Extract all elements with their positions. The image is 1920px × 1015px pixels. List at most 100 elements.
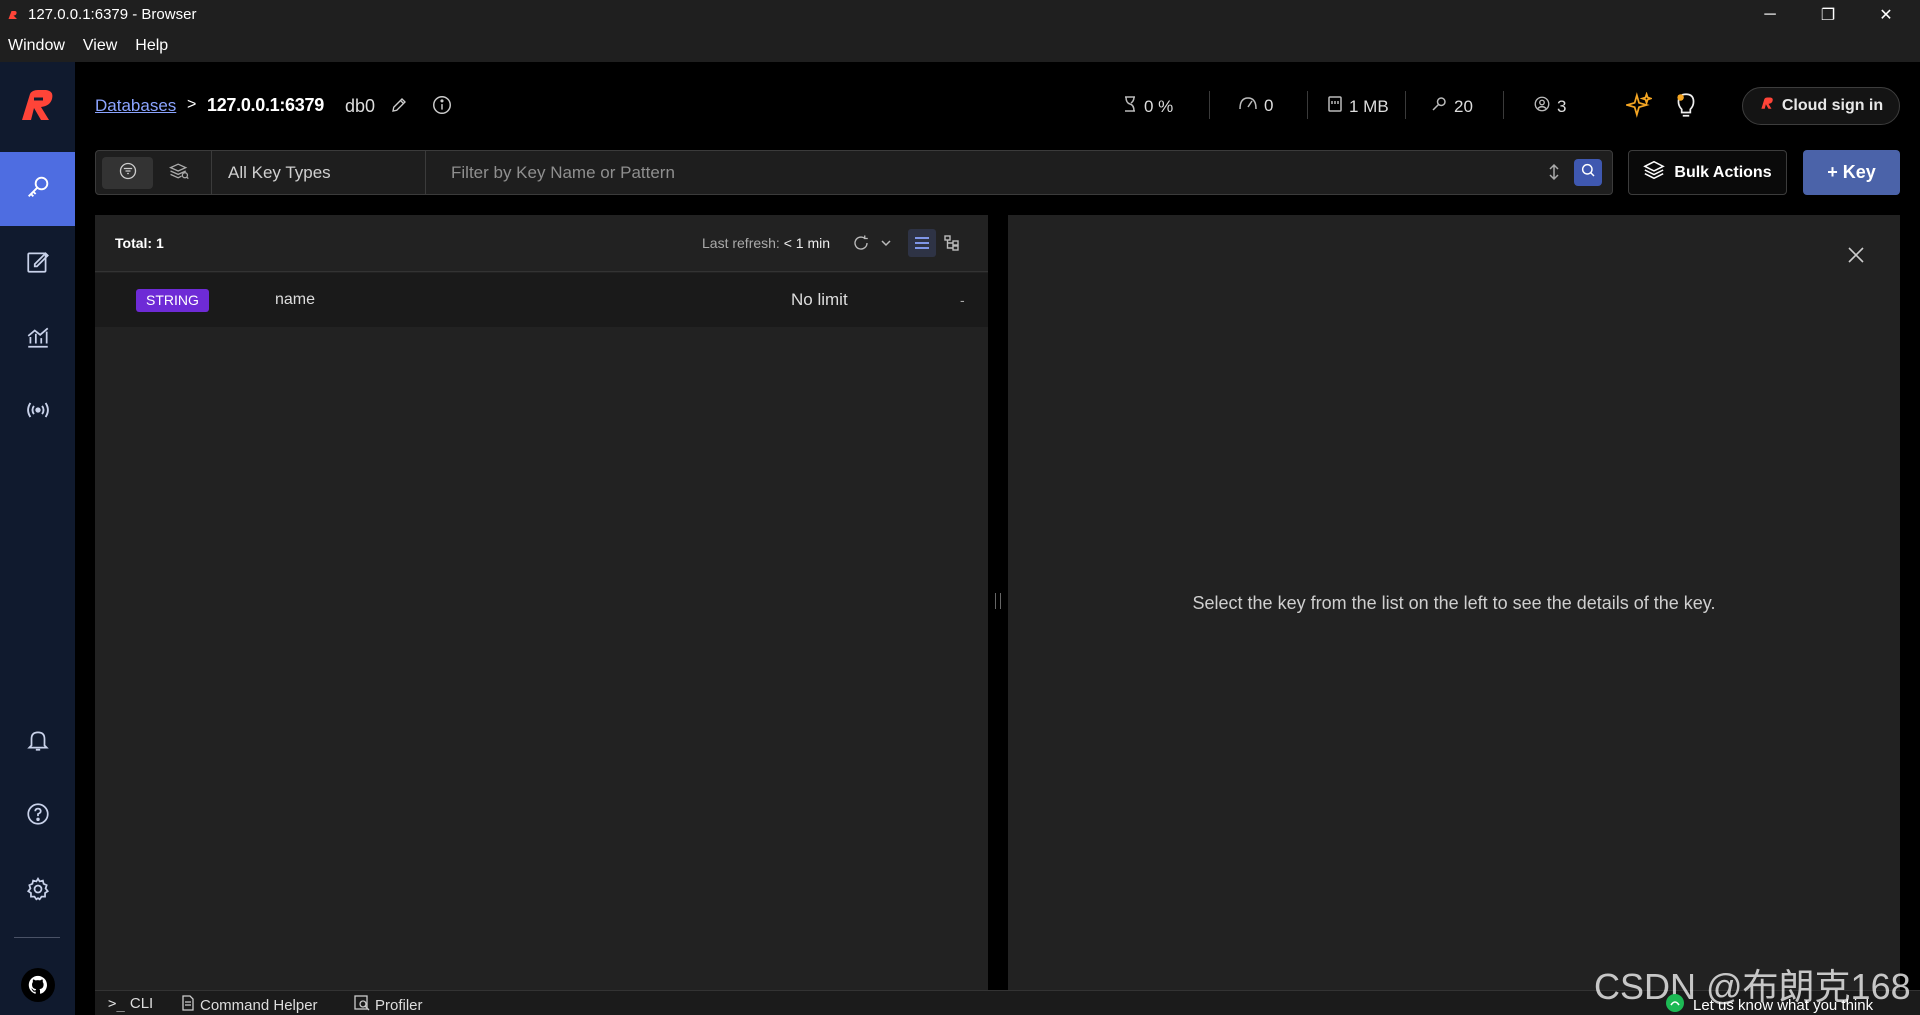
- refresh-icon[interactable]: [847, 229, 875, 257]
- key-filter-bar: All Key Types: [95, 150, 1613, 195]
- cloud-sign-in-label: Cloud sign in: [1781, 97, 1884, 114]
- restore-button[interactable]: ❐: [1799, 0, 1857, 29]
- layers-icon: [1643, 159, 1666, 186]
- key-details-panel: Select the key from the list on the left…: [1008, 215, 1900, 990]
- nav-analysis[interactable]: [0, 302, 75, 376]
- title-bar: 127.0.0.1:6379 - Browser ─ ❐ ✕: [0, 0, 1920, 29]
- stat-cpu-value: 0 %: [1144, 96, 1174, 116]
- command-helper-button[interactable]: Command Helper: [181, 995, 318, 1015]
- nav-help[interactable]: [0, 779, 75, 853]
- sidebar: [0, 62, 75, 1015]
- nav-browser[interactable]: [0, 152, 75, 226]
- stat-memory-value: 1 MB: [1349, 96, 1389, 116]
- github-icon[interactable]: [21, 968, 55, 1002]
- key-icon: [24, 173, 52, 206]
- layers-search-icon: [168, 161, 190, 186]
- feedback-link[interactable]: Let us know what you think: [1665, 993, 1873, 1015]
- menu-bar: Window View Help: [0, 29, 1920, 62]
- stat-divider: [1307, 91, 1308, 119]
- pattern-search-toggle[interactable]: [102, 157, 153, 189]
- nav-workbench[interactable]: [0, 227, 75, 301]
- key-list-header: Total: 1 Last refresh: < 1 min: [95, 215, 988, 272]
- last-refresh-value: < 1 min: [783, 235, 831, 251]
- sort-arrows-icon[interactable]: [1543, 161, 1565, 183]
- search-icon: [1580, 162, 1596, 183]
- stat-divider: [1405, 91, 1406, 119]
- list-view-icon[interactable]: [908, 229, 936, 257]
- edit-note-icon: [25, 249, 51, 280]
- redis-logo-icon[interactable]: [16, 86, 58, 126]
- lightbulb-icon[interactable]: [1673, 92, 1699, 118]
- stat-clients: 3: [1533, 95, 1566, 118]
- stat-memory: 1 MB: [1327, 95, 1389, 118]
- last-refresh-label: Last refresh:: [702, 235, 780, 251]
- add-key-button[interactable]: + Key: [1803, 150, 1900, 195]
- window-title: 127.0.0.1:6379 - Browser: [28, 6, 197, 23]
- bell-icon: [25, 727, 51, 758]
- terminal-icon: >_: [108, 995, 125, 1012]
- redis-small-logo-icon: [1759, 96, 1775, 116]
- stat-divider: [1503, 91, 1504, 119]
- user-icon: [1533, 95, 1551, 118]
- nav-settings[interactable]: [0, 854, 75, 928]
- vector-search-toggle[interactable]: [153, 157, 204, 189]
- breadcrumb-host: 127.0.0.1:6379: [207, 95, 324, 115]
- key-type-badge: STRING: [136, 289, 209, 312]
- header: Databases > 127.0.0.1:6379 db0 0 % 0 1 M…: [75, 62, 1920, 148]
- ai-sparkle-icon[interactable]: [1626, 92, 1652, 118]
- pencil-icon[interactable]: [386, 92, 412, 118]
- stat-divider: [1209, 91, 1210, 119]
- stat-ops: 0: [1238, 95, 1273, 116]
- tree-view-icon[interactable]: [938, 229, 966, 257]
- breadcrumb-separator: >: [187, 96, 197, 113]
- bulk-actions-button[interactable]: Bulk Actions: [1628, 150, 1787, 195]
- close-window-button[interactable]: ✕: [1857, 0, 1915, 29]
- table-row[interactable]: STRING name No limit -: [95, 273, 988, 327]
- filter-icon: [118, 161, 138, 186]
- stat-ops-value: 0: [1264, 95, 1274, 115]
- profiler-label: Profiler: [375, 996, 423, 1014]
- analytics-icon: [25, 324, 51, 355]
- key-search-input[interactable]: [441, 152, 1546, 193]
- stat-keys-value: 20: [1454, 96, 1473, 116]
- key-ttl: No limit: [791, 290, 848, 309]
- menu-view[interactable]: View: [83, 37, 117, 55]
- details-empty-message: Select the key from the list on the left…: [1192, 593, 1716, 613]
- panel-resize-handle[interactable]: [995, 593, 1001, 609]
- cloud-sign-in-button[interactable]: Cloud sign in: [1742, 87, 1900, 125]
- menu-window[interactable]: Window: [8, 37, 65, 55]
- total-keys-count: Total: 1: [115, 235, 164, 251]
- cli-button[interactable]: >_ CLI: [108, 995, 153, 1012]
- menu-help[interactable]: Help: [135, 37, 168, 55]
- close-icon[interactable]: [1846, 245, 1866, 265]
- feedback-icon: [1665, 993, 1685, 1015]
- nav-notifications[interactable]: [0, 705, 75, 779]
- key-small-icon: [1430, 95, 1448, 118]
- speedometer-icon: [1238, 95, 1258, 116]
- key-size: -: [960, 292, 965, 308]
- nav-pubsub[interactable]: [0, 375, 75, 449]
- info-icon[interactable]: [429, 92, 455, 118]
- bulk-actions-label: Bulk Actions: [1674, 163, 1772, 181]
- sidebar-divider: [14, 937, 60, 938]
- stat-keys: 20: [1430, 95, 1473, 118]
- search-button[interactable]: [1574, 159, 1602, 186]
- gear-icon: [25, 876, 51, 907]
- help-icon: [25, 801, 51, 832]
- hourglass-icon: [1122, 95, 1138, 118]
- last-refresh: Last refresh: < 1 min: [702, 235, 830, 251]
- key-type-select[interactable]: All Key Types: [211, 151, 426, 194]
- profiler-icon: [354, 995, 370, 1015]
- search-mode-toggle: [102, 157, 204, 189]
- db-index-label: db0: [345, 96, 376, 116]
- command-helper-label: Command Helper: [200, 996, 318, 1014]
- broadcast-icon: [24, 396, 52, 429]
- chevron-down-icon[interactable]: [872, 229, 900, 257]
- stat-cpu: 0 %: [1122, 95, 1173, 118]
- minimize-button[interactable]: ─: [1741, 0, 1799, 29]
- profiler-button[interactable]: Profiler: [354, 995, 423, 1015]
- stat-clients-value: 3: [1557, 96, 1567, 116]
- key-name: name: [275, 291, 316, 308]
- breadcrumb-databases-link[interactable]: Databases: [95, 96, 176, 116]
- key-list-panel: Total: 1 Last refresh: < 1 min STRING na…: [95, 215, 988, 990]
